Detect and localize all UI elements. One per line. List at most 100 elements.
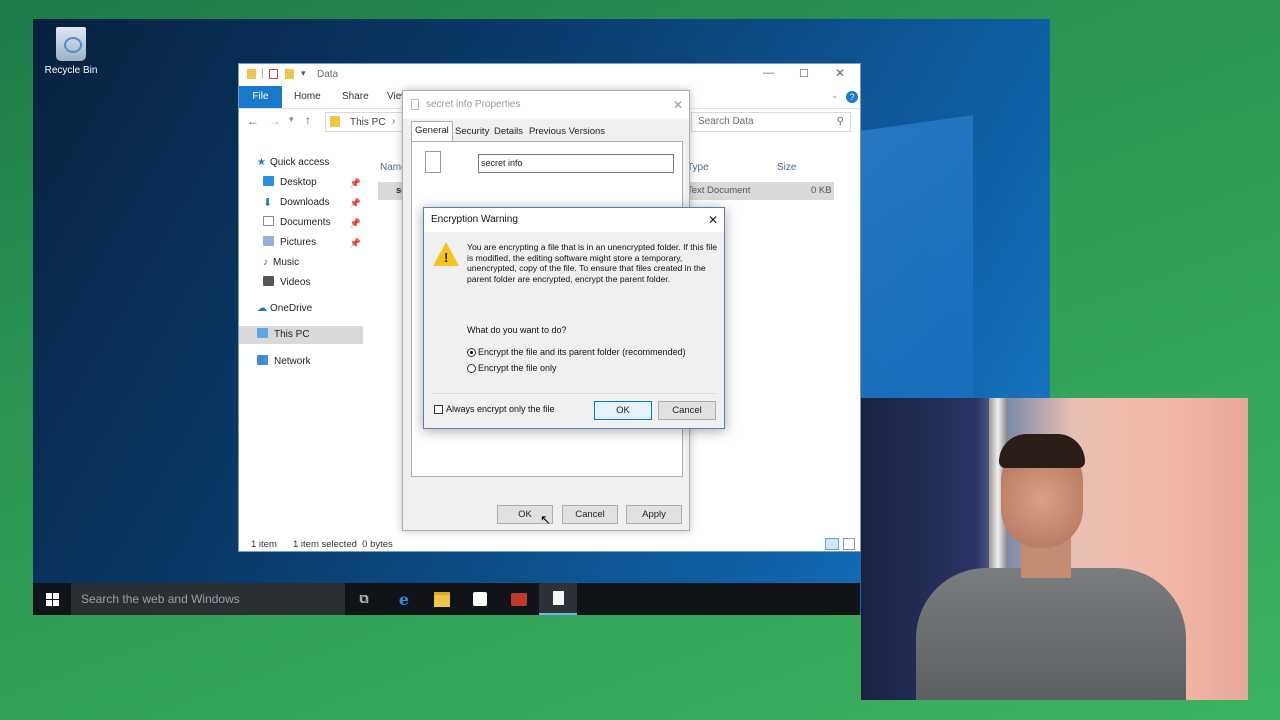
recycle-bin[interactable]: Recycle Bin: [41, 27, 101, 76]
pin-icon: 📌: [349, 218, 361, 228]
large-icons-view-icon[interactable]: [843, 538, 855, 550]
nav-label: Music: [273, 257, 300, 268]
recent-locations-icon[interactable]: ▾: [289, 114, 294, 125]
ribbon-tab-file[interactable]: File: [239, 86, 282, 108]
documents-icon: [263, 216, 274, 226]
minimize-button[interactable]: —: [763, 67, 774, 79]
store-icon[interactable]: [461, 583, 499, 615]
back-arrow-icon[interactable]: ←: [247, 114, 259, 128]
tab-details[interactable]: Details: [491, 123, 526, 141]
music-note-icon: ♪: [263, 257, 268, 268]
nav-item-desktop[interactable]: Desktop 📌: [263, 174, 361, 192]
radio-button[interactable]: [467, 364, 476, 373]
details-view-icon[interactable]: [825, 538, 839, 550]
checkbox[interactable]: [434, 405, 443, 414]
search-placeholder: Search the web and Windows: [81, 592, 240, 606]
nav-label: Desktop: [280, 177, 317, 188]
file-type: Text Document: [687, 185, 751, 196]
new-folder-icon[interactable]: [285, 69, 294, 79]
properties-apply-button[interactable]: Apply: [626, 505, 682, 524]
explorer-title-bar: | ▾ Data — ☐ ✕: [239, 64, 860, 86]
chevron-right-icon[interactable]: ›: [392, 116, 395, 127]
computer-icon: [257, 328, 268, 338]
notepad-icon[interactable]: [539, 583, 577, 615]
properties-cancel-button[interactable]: Cancel: [562, 505, 618, 524]
nav-label: OneDrive: [270, 303, 313, 314]
column-header-size[interactable]: Size: [777, 162, 796, 173]
search-input[interactable]: Search Data ⚲: [691, 112, 851, 132]
desktop-icon: [263, 176, 274, 186]
network-icon: [257, 355, 268, 365]
warning-question: What do you want to do?: [467, 325, 567, 335]
radio-label: Encrypt the file and its parent folder (…: [478, 347, 686, 357]
radio-encrypt-parent[interactable]: Encrypt the file and its parent folder (…: [467, 345, 686, 359]
nav-this-pc[interactable]: This PC: [239, 326, 363, 344]
nav-label: This PC: [274, 329, 310, 340]
tab-general[interactable]: General: [411, 121, 453, 142]
nav-item-music[interactable]: ♪ Music: [263, 254, 361, 272]
taskbar-search-input[interactable]: Search the web and Windows: [71, 583, 345, 615]
start-button[interactable]: [33, 583, 71, 615]
task-view-icon[interactable]: ⧉: [345, 583, 383, 615]
forward-arrow-icon[interactable]: →: [269, 114, 281, 128]
search-placeholder: Search Data: [698, 116, 754, 127]
document-icon: [411, 99, 419, 110]
file-name-field[interactable]: secret info: [478, 154, 674, 173]
search-icon: ⚲: [836, 116, 844, 127]
address-segment-this-pc[interactable]: This PC: [350, 117, 386, 128]
properties-title: secret info Properties: [426, 99, 521, 110]
selection-status: 1 item selected 0 bytes: [293, 539, 393, 550]
folder-icon: [434, 591, 450, 607]
divider: [432, 393, 716, 394]
download-arrow-icon: ⬇: [263, 197, 273, 209]
file-explorer-icon[interactable]: [423, 583, 461, 615]
pin-icon: 📌: [349, 198, 361, 208]
expand-ribbon-icon[interactable]: ⌄: [831, 90, 839, 101]
warning-title: Encryption Warning: [431, 214, 518, 225]
maximize-button[interactable]: ☐: [799, 67, 809, 80]
nav-label: Videos: [280, 277, 311, 288]
nav-label: Downloads: [280, 197, 330, 208]
presenter-hair: [999, 434, 1085, 468]
videos-icon: [263, 276, 274, 286]
presenter-body: [916, 568, 1186, 700]
ribbon-tab-home[interactable]: Home: [294, 86, 321, 108]
always-encrypt-checkbox[interactable]: Always encrypt only the file: [434, 404, 555, 414]
nav-item-pictures[interactable]: Pictures 📌: [263, 234, 361, 252]
up-arrow-icon[interactable]: ↑: [305, 113, 311, 127]
nav-label: Documents: [280, 217, 331, 228]
recycle-bin-icon: [56, 27, 86, 61]
status-bar: 1 item 1 item selected 0 bytes: [239, 537, 860, 553]
tab-previous-versions[interactable]: Previous Versions: [526, 123, 608, 141]
nav-item-videos[interactable]: Videos: [263, 274, 361, 292]
windows-logo-icon: [45, 592, 59, 606]
nav-item-documents[interactable]: Documents 📌: [263, 214, 361, 232]
tab-security[interactable]: Security: [452, 123, 492, 141]
nav-item-downloads[interactable]: ⬇ Downloads 📌: [263, 194, 361, 212]
cloud-icon: ☁: [257, 303, 267, 314]
edge-icon[interactable]: e: [385, 583, 423, 615]
close-button[interactable]: ✕: [708, 208, 718, 232]
encryption-warning-dialog: Encryption Warning ✕ ! You are encryptin…: [423, 207, 725, 429]
properties-quick-icon[interactable]: [269, 69, 278, 79]
warning-cancel-button[interactable]: Cancel: [658, 401, 716, 420]
presenter-video: [861, 398, 1248, 700]
recycle-bin-label: Recycle Bin: [44, 65, 98, 76]
nav-onedrive[interactable]: ☁ OneDrive: [257, 300, 361, 318]
nav-network[interactable]: Network: [257, 353, 361, 371]
nav-quick-access[interactable]: ★ Quick access: [257, 154, 367, 172]
column-header-type[interactable]: Type: [687, 162, 709, 173]
quick-access-dropdown-icon[interactable]: ▾: [301, 68, 306, 79]
folder-icon: [247, 69, 256, 79]
radio-button-selected[interactable]: [467, 348, 476, 357]
ribbon-tab-share[interactable]: Share: [342, 86, 369, 108]
nav-label: Pictures: [280, 237, 317, 248]
radio-encrypt-file-only[interactable]: Encrypt the file only: [467, 361, 557, 375]
close-button[interactable]: ✕: [835, 66, 845, 80]
warning-title-bar: Encryption Warning ✕: [424, 208, 724, 232]
radio-label: Encrypt the file only: [478, 363, 557, 373]
help-icon[interactable]: ?: [846, 91, 858, 103]
media-app-icon[interactable]: [500, 583, 538, 615]
warning-ok-button[interactable]: OK: [594, 401, 652, 420]
close-button[interactable]: ✕: [673, 91, 683, 119]
